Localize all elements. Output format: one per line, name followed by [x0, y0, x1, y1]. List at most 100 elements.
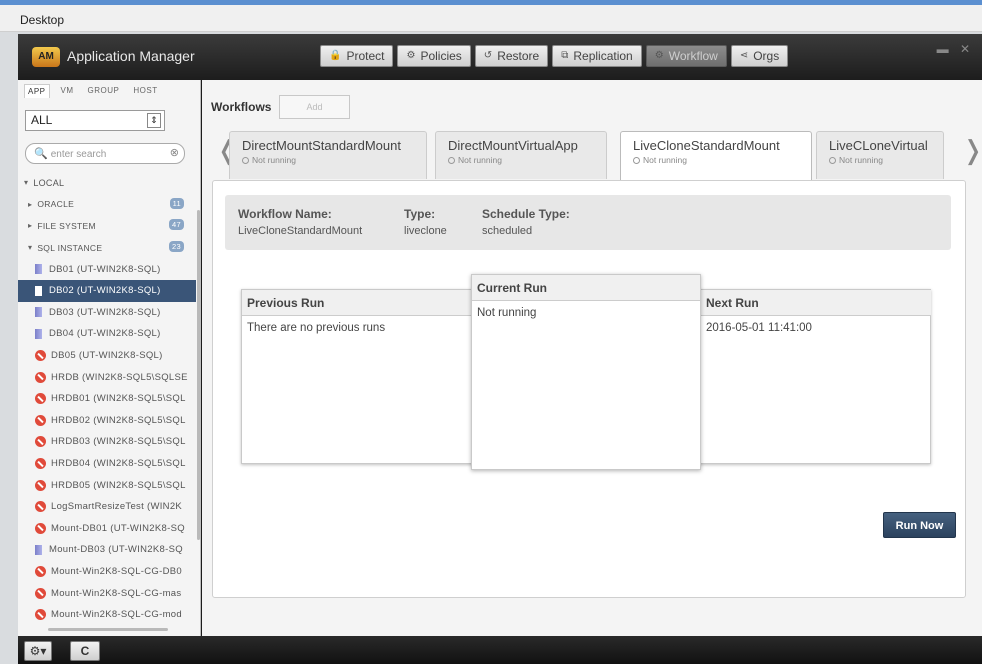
tree-label: ORACLE: [37, 199, 75, 210]
expanded-arrow-icon[interactable]: ▾: [28, 243, 32, 252]
tree-item[interactable]: DB04 (UT-WIN2K8-SQL): [18, 323, 196, 345]
lock-icon: 🔒: [329, 50, 342, 61]
gear-icon: ⚙: [406, 50, 416, 61]
collapsed-arrow-icon[interactable]: ▸: [28, 200, 32, 209]
tree-item[interactable]: Mount-Win2K8-SQL-CG-mas: [18, 582, 196, 604]
nav-policies-button[interactable]: ⚙ Policies: [397, 45, 471, 67]
type-value: liveclone: [404, 225, 447, 237]
nav-restore-button[interactable]: ↺ Restore: [474, 45, 549, 67]
database-icon: [35, 307, 42, 318]
tree-item[interactable]: LogSmartResizeTest (WIN2K: [18, 496, 196, 518]
tree-label: HRDB (WIN2K8-SQL5\SQLSE: [51, 371, 188, 383]
select-arrow-icon[interactable]: ⇕: [147, 113, 161, 128]
next-tab-chevron-icon[interactable]: ❭: [962, 136, 982, 166]
window-controls[interactable]: ▬ ✕: [937, 42, 974, 56]
tree-label: DB03 (UT-WIN2K8-SQL): [49, 306, 161, 318]
unprotected-icon: [35, 436, 46, 448]
app-logo-icon: AM: [32, 47, 60, 67]
tree-item[interactable]: HRDB03 (WIN2K8-SQL5\SQL: [18, 431, 196, 453]
tree-item[interactable]: HRDB01 (WIN2K8-SQL5\SQL: [18, 388, 196, 410]
tree-item[interactable]: DB05 (UT-WIN2K8-SQL): [18, 345, 196, 367]
add-workflow-button[interactable]: Add: [279, 95, 350, 119]
count-badge: 11: [169, 197, 184, 209]
tree-item[interactable]: Mount-DB01 (UT-WIN2K8-SQ: [18, 518, 196, 540]
workflow-tab-status: Not running: [448, 155, 606, 165]
nav-orgs-button[interactable]: ⋖ Orgs: [730, 45, 789, 67]
nav-protect-button[interactable]: 🔒 Protect: [320, 45, 394, 67]
sidebar-tab-host[interactable]: HOST: [130, 84, 160, 98]
nav-label: Orgs: [753, 49, 780, 63]
tree-group[interactable]: ▾ LOCAL: [18, 172, 196, 194]
tree-label: HRDB01 (WIN2K8-SQL5\SQL: [51, 393, 186, 405]
sidebar-scrollbar[interactable]: [197, 210, 200, 540]
tree-item[interactable]: HRDB (WIN2K8-SQL5\SQLSE: [18, 366, 196, 388]
count-badge: 23: [169, 240, 184, 252]
workflow-tab[interactable]: LiveCLoneVirtual Not running: [816, 131, 944, 179]
tree-item[interactable]: HRDB04 (WIN2K8-SQL5\SQL: [18, 453, 196, 475]
count-badge: 47: [169, 219, 184, 231]
sidebar-tab-vm[interactable]: VM: [58, 84, 77, 98]
tree-item[interactable]: Mount-Win2K8-SQL-CG-mod: [18, 604, 196, 626]
status-circle-icon: [829, 157, 836, 164]
filter-select[interactable]: ALL ⇕: [25, 110, 165, 131]
tree-label: HRDB04 (WIN2K8-SQL5\SQL: [51, 458, 186, 470]
tree-label: DB01 (UT-WIN2K8-SQL): [49, 263, 161, 275]
search-placeholder: enter search: [50, 149, 107, 160]
main-content: Workflows Add ❬ DirectMountStandardMount…: [202, 80, 982, 636]
sidebar-tab-app[interactable]: APP: [24, 84, 50, 98]
tree-item[interactable]: HRDB05 (WIN2K8-SQL5\SQL: [18, 474, 196, 496]
sidebar-tabs: APP VM GROUP HOST: [24, 84, 161, 98]
status-circle-icon: [633, 157, 640, 164]
run-now-button[interactable]: Run Now: [883, 512, 956, 538]
nav-label: Protect: [346, 49, 385, 63]
status-text: Not running: [252, 155, 296, 165]
next-run-header: Next Run: [701, 290, 931, 316]
next-run-value: 2016-05-01 11:41:00: [706, 322, 812, 334]
tree-label: HRDB02 (WIN2K8-SQL5\SQL: [51, 414, 186, 426]
workflow-tab-name: LiveCloneStandardMount: [633, 138, 780, 153]
tree-item[interactable]: DB01 (UT-WIN2K8-SQL): [18, 258, 196, 280]
sidebar-hscrollbar[interactable]: [48, 628, 168, 631]
nav-label: Restore: [497, 49, 540, 63]
workflow-tab[interactable]: DirectMountStandardMount Not running: [229, 131, 427, 179]
expanded-arrow-icon[interactable]: ▾: [24, 178, 28, 187]
status-text: Not running: [643, 155, 687, 165]
tree-label: Mount-Win2K8-SQL-CG-mod: [51, 609, 182, 621]
tree-label: SQL INSTANCE: [37, 242, 103, 253]
share-icon: ⋖: [739, 50, 749, 61]
unprotected-icon: [35, 479, 46, 491]
tree-item[interactable]: DB02 (UT-WIN2K8-SQL): [18, 279, 196, 302]
workflow-tab[interactable]: DirectMountVirtualApp Not running: [435, 131, 607, 179]
tree-group[interactable]: ▸ FILE SYSTEM 47: [18, 215, 196, 237]
tree-label: FILE SYSTEM: [37, 220, 96, 231]
unprotected-icon: [35, 393, 46, 405]
nav-replication-button[interactable]: ⧉ Replication: [552, 45, 642, 67]
search-input[interactable]: 🔍 enter search ⊗: [25, 143, 185, 164]
app-tree: ▾ LOCAL ▸ ORACLE 11 ▸ FILE SYSTEM 47 ▾ SQL INSTAN…: [18, 172, 196, 625]
desktop-label: Desktop: [20, 13, 65, 27]
search-icon: 🔍: [34, 148, 48, 160]
tree-label: HRDB05 (WIN2K8-SQL5\SQL: [51, 479, 186, 491]
application-window: AM Application Manager 🔒 Protect ⚙ Policies…: [18, 34, 982, 664]
tree-label: Mount-Win2K8-SQL-CG-mas: [51, 587, 182, 599]
unprotected-icon: [35, 609, 46, 621]
workflow-tab[interactable]: LiveCloneStandardMount Not running: [620, 131, 812, 181]
settings-menu-button[interactable]: ⚙▾: [24, 641, 52, 661]
bottom-bar: ⚙▾ C: [18, 636, 982, 664]
refresh-button[interactable]: C: [70, 641, 100, 661]
clear-search-icon[interactable]: ⊗: [170, 146, 179, 159]
nav-workflow-button[interactable]: ⚙ Workflow: [645, 45, 727, 67]
tree-group[interactable]: ▾ SQL INSTANCE 23: [18, 237, 196, 259]
tree-item[interactable]: DB03 (UT-WIN2K8-SQL): [18, 302, 196, 324]
sidebar-tab-group[interactable]: GROUP: [85, 84, 123, 98]
workflows-heading: Workflows: [211, 100, 272, 114]
workflow-tab-name: DirectMountVirtualApp: [448, 138, 578, 153]
app-title: Application Manager: [67, 48, 195, 64]
tree-item[interactable]: Mount-DB03 (UT-WIN2K8-SQ: [18, 539, 196, 561]
tree-item[interactable]: Mount-Win2K8-SQL-CG-DB0: [18, 561, 196, 583]
collapsed-arrow-icon[interactable]: ▸: [28, 221, 32, 230]
workflow-tab-status: Not running: [633, 155, 811, 165]
tree-group[interactable]: ▸ ORACLE 11: [18, 194, 196, 216]
current-run-value: Not running: [477, 307, 537, 319]
tree-item[interactable]: HRDB02 (WIN2K8-SQL5\SQL: [18, 410, 196, 432]
